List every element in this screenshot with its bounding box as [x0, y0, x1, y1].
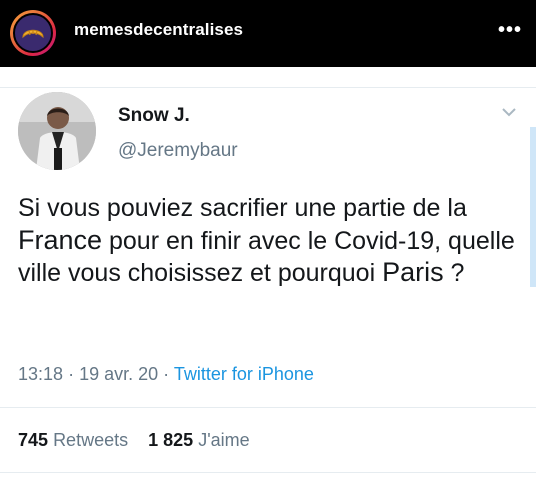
instagram-username[interactable]: memesdecentralises	[74, 20, 243, 40]
tweet-date[interactable]: 19 avr. 20	[79, 364, 158, 384]
retweets-stat[interactable]: 745 Retweets	[18, 430, 128, 450]
instagram-post-header: memesdecentralises •••	[0, 0, 536, 67]
separator: ·	[68, 364, 75, 384]
tweet-author-avatar[interactable]	[18, 92, 96, 170]
tweet-metadata: 13:18 · 19 avr. 20 · Twitter for iPhone	[18, 364, 314, 385]
divider	[0, 472, 536, 473]
tweet-text-france: France	[18, 224, 103, 255]
profile-avatar-story-ring[interactable]	[10, 10, 56, 56]
croissant-icon	[13, 13, 53, 53]
chevron-down-icon[interactable]	[500, 103, 518, 121]
tweet-text-part: ?	[443, 259, 465, 287]
likes-count: 1 825	[148, 430, 194, 450]
likes-label: J'aime	[198, 430, 250, 450]
tweet-display-name[interactable]: Snow J.	[118, 105, 190, 127]
tweet-card: Snow J. @Jeremybaur Si vous pouviez sacr…	[0, 67, 536, 480]
retweets-label: Retweets	[53, 430, 129, 450]
separator: ·	[163, 364, 170, 384]
divider	[0, 407, 536, 408]
tweet-stats: 745 Retweets 1 825 J'aime	[18, 430, 250, 451]
tweet-source-link[interactable]: Twitter for iPhone	[174, 364, 314, 384]
retweets-count: 745	[18, 430, 49, 450]
divider	[0, 87, 536, 88]
scrollbar[interactable]	[530, 127, 536, 287]
tweet-text: Si vous pouviez sacrifier une partie de …	[18, 193, 518, 290]
tweet-time[interactable]: 13:18	[18, 364, 63, 384]
more-options-icon[interactable]: •••	[498, 20, 522, 40]
likes-stat[interactable]: 1 825 J'aime	[148, 430, 250, 450]
tweet-text-paris: Paris	[382, 257, 444, 287]
tweet-text-part: Si vous pouviez sacrifier une partie de …	[18, 194, 467, 222]
tweet-handle[interactable]: @Jeremybaur	[118, 140, 238, 162]
